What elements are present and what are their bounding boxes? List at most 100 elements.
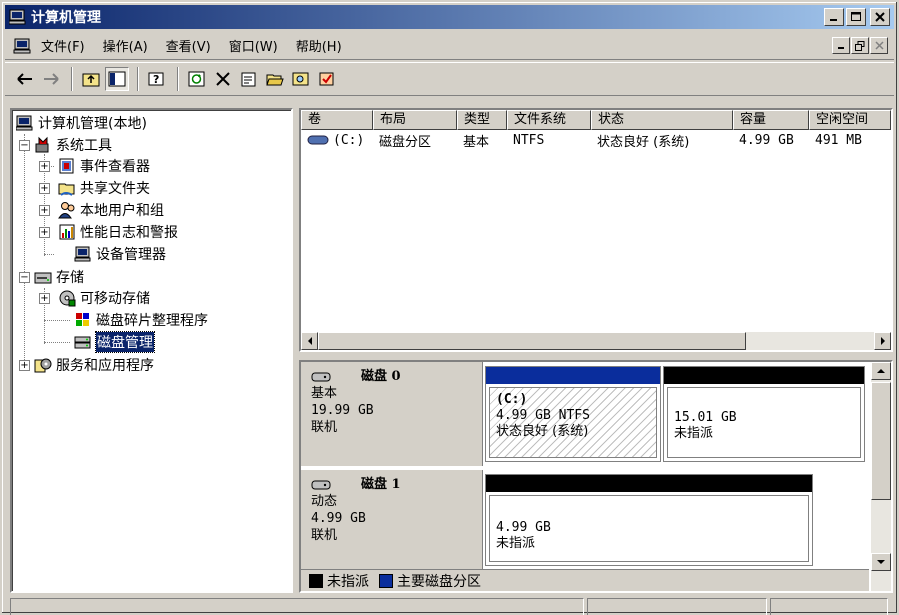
partition-info: 4.99 GB NTFS xyxy=(496,408,590,423)
window-title: 计算机管理 xyxy=(31,10,101,26)
column-header-status[interactable]: 状态 xyxy=(591,110,733,130)
forward-button[interactable] xyxy=(39,67,63,91)
tree-guide-line xyxy=(44,320,70,321)
volume-name: (C:) xyxy=(333,132,365,148)
status-cell: 状态良好 (系统) xyxy=(597,134,690,150)
partition-unallocated-1[interactable]: 4.99 GB 未指派 xyxy=(485,474,813,566)
expand-toggle[interactable]: + xyxy=(39,293,50,304)
legend-swatch-unallocated xyxy=(309,573,323,588)
expand-toggle[interactable]: + xyxy=(19,360,30,371)
legend-swatch-primary xyxy=(379,573,393,588)
child-restore-button[interactable] xyxy=(851,37,869,54)
collapse-toggle[interactable]: − xyxy=(19,140,30,151)
up-level-button[interactable] xyxy=(79,67,103,91)
defragmenter-icon xyxy=(76,313,89,326)
menu-file[interactable]: 文件(F) xyxy=(41,36,85,55)
forward-arrow-icon xyxy=(44,73,59,85)
tree-item-storage[interactable]: 存储 xyxy=(34,266,84,288)
collapse-toggle[interactable]: − xyxy=(19,272,30,283)
expand-toggle[interactable]: + xyxy=(39,205,50,216)
volume-list: 卷 布局 类型 文件系统 状态 容量 空闲空间 (C:) 磁盘分区 基本 NTF… xyxy=(299,108,893,352)
tree-label: 本地用户和组 xyxy=(80,203,164,219)
device-manager-icon xyxy=(74,246,91,262)
console-tree: 计算机管理(本地) − 系统工具 + 事件查看器 + 共享文件夹 + 本地用户和… xyxy=(10,108,293,593)
system-tools-icon xyxy=(35,136,49,153)
tree-item-performance-logs[interactable]: 性能日志和警报 xyxy=(58,221,178,243)
expand-toggle[interactable]: + xyxy=(39,183,50,194)
type-cell: 基本 xyxy=(463,134,490,150)
tree-item-event-viewer[interactable]: 事件查看器 xyxy=(58,155,150,177)
column-header-filesystem[interactable]: 文件系统 xyxy=(507,110,591,130)
disk-info-panel[interactable]: 磁盘 1 动态 4.99 GB 联机 xyxy=(301,470,483,570)
tree-item-removable-storage[interactable]: 可移动存储 xyxy=(58,287,150,309)
scroll-thumb[interactable] xyxy=(318,332,746,350)
disk-row-1[interactable]: 磁盘 1 动态 4.99 GB 联机 4.99 GB 未指派 xyxy=(301,470,869,570)
column-header-layout[interactable]: 布局 xyxy=(373,110,457,130)
column-header-type[interactable]: 类型 xyxy=(457,110,507,130)
refresh-button[interactable] xyxy=(185,67,209,91)
computer-management-icon xyxy=(9,9,26,25)
help-icon: ? xyxy=(148,72,164,86)
toolbar-separator xyxy=(137,67,139,91)
scroll-thumb[interactable] xyxy=(871,382,891,500)
scroll-up-button[interactable] xyxy=(871,362,891,380)
scroll-left-button[interactable] xyxy=(301,332,318,350)
properties-button[interactable] xyxy=(237,67,261,91)
filesystem-cell: NTFS xyxy=(513,132,545,148)
back-arrow-icon xyxy=(17,73,32,85)
minimize-icon xyxy=(837,47,844,49)
scroll-down-button[interactable] xyxy=(871,553,891,571)
title-bar[interactable]: 计算机管理 xyxy=(5,5,894,29)
column-header-volume[interactable]: 卷 xyxy=(301,110,373,130)
tree-label: 性能日志和警报 xyxy=(80,225,178,241)
column-header-free-space[interactable]: 空闲空间 xyxy=(809,110,891,130)
menu-action[interactable]: 操作(A) xyxy=(103,36,148,55)
horizontal-scrollbar[interactable] xyxy=(301,332,891,350)
maximize-button[interactable] xyxy=(846,8,866,26)
expand-toggle[interactable]: + xyxy=(39,227,50,238)
search-button[interactable] xyxy=(289,67,313,91)
child-close-button[interactable] xyxy=(870,37,888,54)
tree-item-device-manager[interactable]: 设备管理器 xyxy=(74,243,166,265)
scroll-right-button[interactable] xyxy=(874,332,891,350)
disk-properties-button[interactable] xyxy=(315,67,339,91)
tree-item-disk-defragmenter[interactable]: 磁盘碎片整理程序 xyxy=(74,309,208,331)
partition-info: 15.01 GB xyxy=(674,410,737,425)
close-button[interactable] xyxy=(870,8,890,26)
child-minimize-button[interactable] xyxy=(832,37,850,54)
open-folder-button[interactable] xyxy=(263,67,287,91)
system-menu-icon[interactable] xyxy=(13,38,33,54)
disk-info-panel[interactable]: 磁盘 0 基本 19.99 GB 联机 xyxy=(301,362,483,466)
partition-status: 未指派 xyxy=(674,426,714,441)
search-icon xyxy=(292,72,309,86)
partition-body: 4.99 GB 未指派 xyxy=(489,495,809,562)
back-button[interactable] xyxy=(13,67,37,91)
disk-row-0[interactable]: 磁盘 0 基本 19.99 GB 联机 (C:) 4.99 GB NTFS 状态… xyxy=(301,362,869,466)
column-header-capacity[interactable]: 容量 xyxy=(733,110,809,130)
tree-item-local-users[interactable]: 本地用户和组 xyxy=(58,199,164,221)
vertical-scrollbar[interactable] xyxy=(871,362,891,591)
tree-item-shared-folders[interactable]: 共享文件夹 xyxy=(58,177,150,199)
menu-help[interactable]: 帮助(H) xyxy=(296,36,342,55)
toolbar: ? xyxy=(5,62,894,96)
help-button[interactable]: ? xyxy=(145,67,169,91)
delete-button[interactable] xyxy=(211,67,235,91)
minimize-button[interactable] xyxy=(824,8,844,26)
tree-item-computer-management[interactable]: 计算机管理(本地) xyxy=(16,112,147,134)
toolbar-separator xyxy=(71,67,73,91)
partition-unallocated-0[interactable]: 15.01 GB 未指派 xyxy=(663,366,865,462)
partition-c[interactable]: (C:) 4.99 GB NTFS 状态良好 (系统) xyxy=(485,366,661,462)
tree-label: 共享文件夹 xyxy=(80,181,150,197)
table-row[interactable]: (C:) 磁盘分区 基本 NTFS 状态良好 (系统) 4.99 GB 491 … xyxy=(301,130,891,150)
menu-view[interactable]: 查看(V) xyxy=(166,36,211,55)
tree-label: 磁盘管理 xyxy=(95,331,155,353)
status-cell-tertiary xyxy=(770,598,888,615)
tree-item-services-applications[interactable]: 服务和应用程序 xyxy=(34,354,154,376)
removable-storage-icon xyxy=(59,290,76,307)
show-hide-tree-button[interactable] xyxy=(105,67,129,91)
properties-icon xyxy=(241,72,256,87)
expand-toggle[interactable]: + xyxy=(39,161,50,172)
tree-item-disk-management[interactable]: 磁盘管理 xyxy=(74,331,155,353)
tree-item-system-tools[interactable]: 系统工具 xyxy=(34,134,112,156)
menu-window[interactable]: 窗口(W) xyxy=(229,36,278,55)
